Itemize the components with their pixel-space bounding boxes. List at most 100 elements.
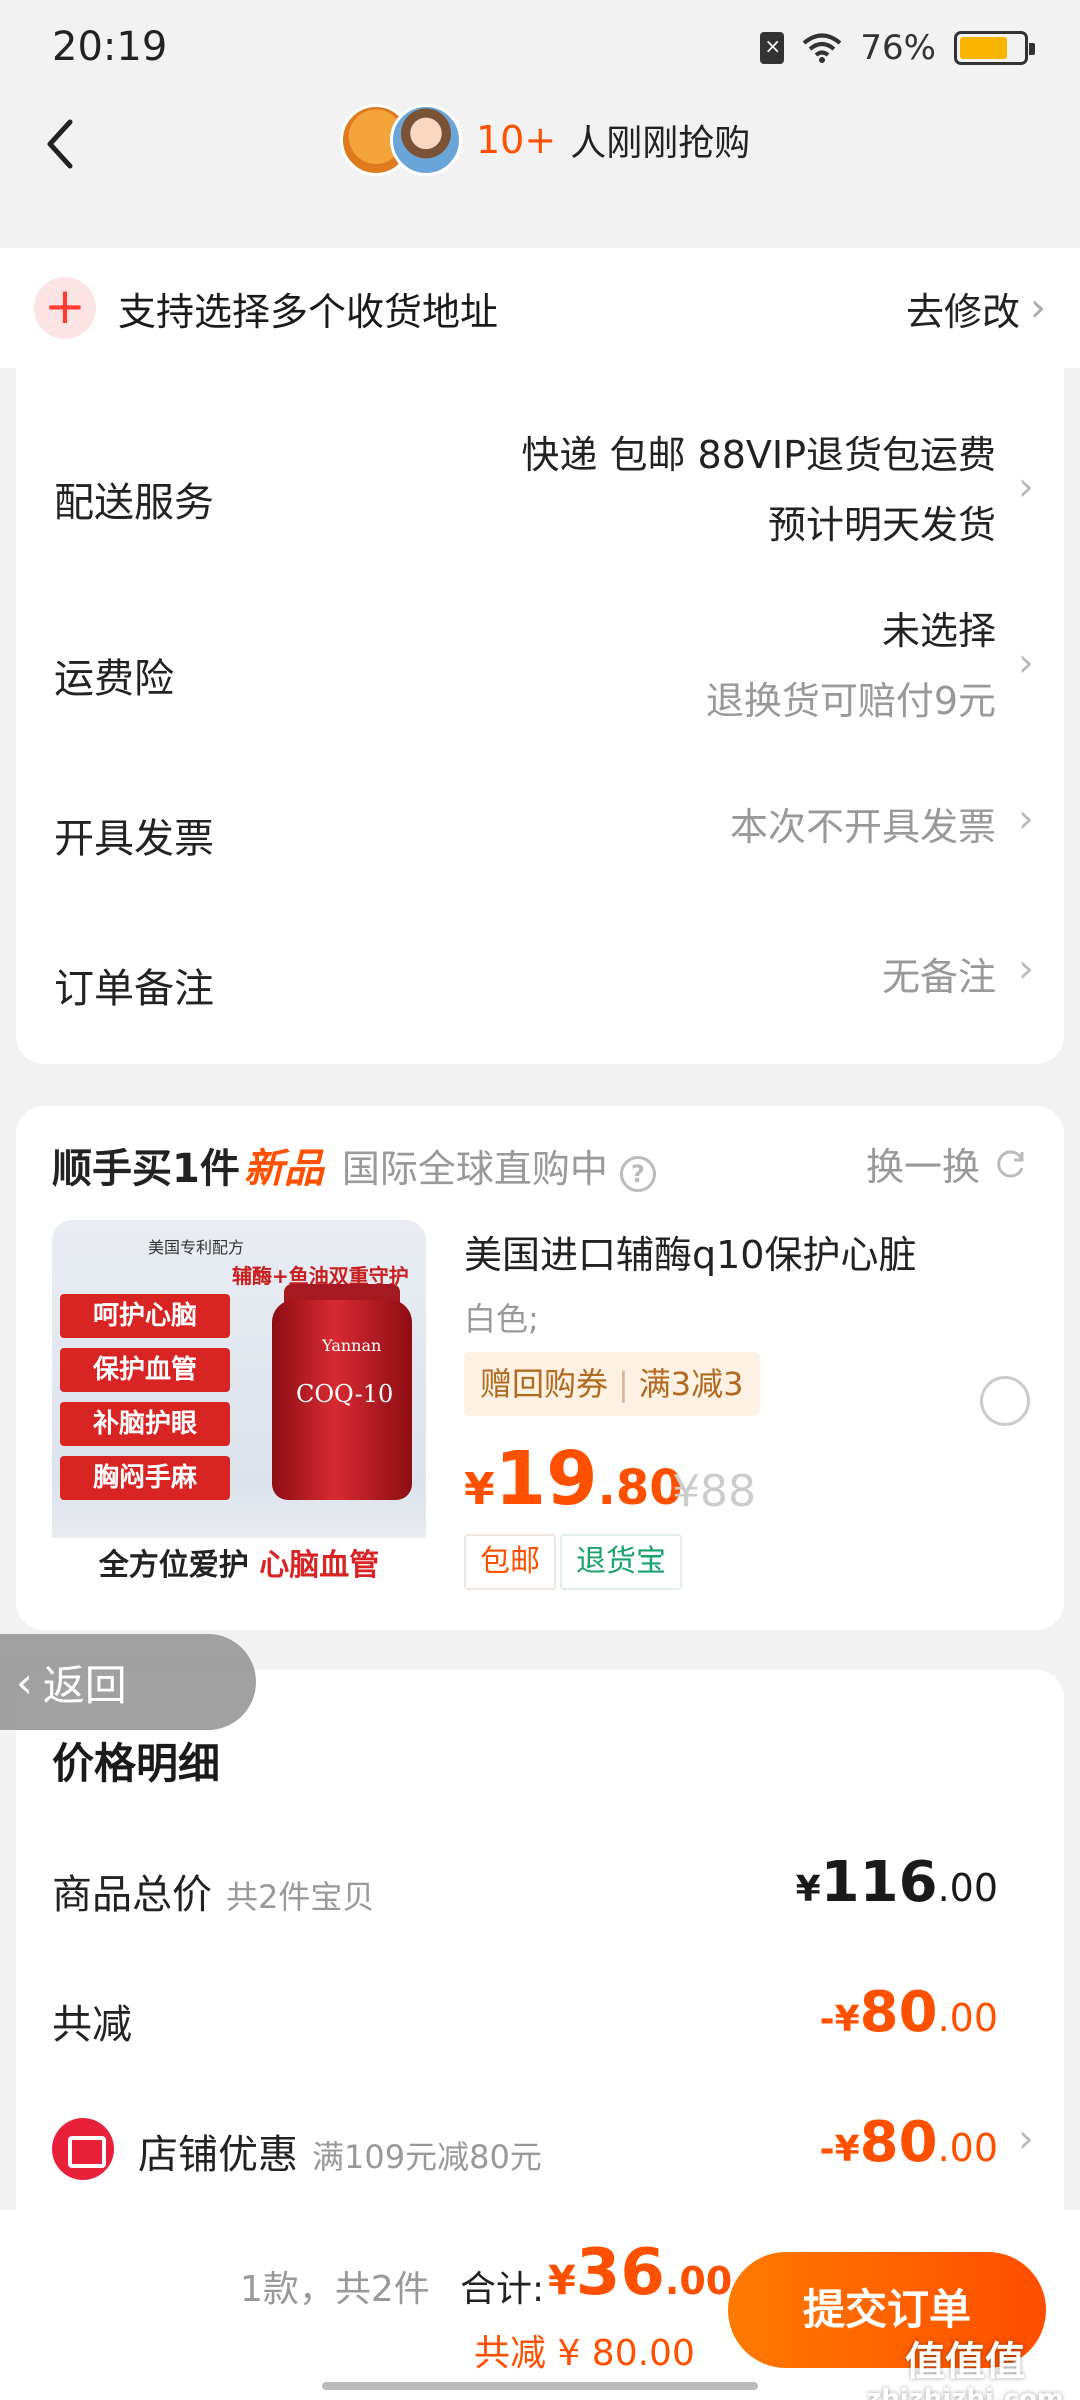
help-icon[interactable]: ? (619, 1156, 656, 1192)
multi-address-bar[interactable]: + 支持选择多个收货地址 去修改 › (0, 248, 1080, 368)
image-tag: 胸闷手麻 (60, 1456, 230, 1500)
image-bottom-text-b: 心脑血管 (259, 1548, 380, 1583)
reduce-label: 共减 (52, 2002, 132, 2048)
watermark: 值值值 zhizhizhi.com (866, 2340, 1064, 2400)
buyers-text: 人刚刚抢购 (570, 123, 751, 164)
product-name[interactable]: 美国进口辅酶q10保护心脏 (464, 1224, 916, 1279)
amount-int: 116 (820, 1850, 938, 1915)
product-image[interactable]: 美国专利配方 辅酶+鱼油双重守护 呵护心脑 保护血管 补脑护眼 胸闷手麻 Yan… (52, 1220, 426, 1594)
delivery-label: 配送服务 (54, 480, 214, 526)
delivery-value: 快递 包邮 88VIP退货包运费 预计明天发货 (521, 420, 996, 560)
image-tag: 保护血管 (60, 1348, 230, 1392)
bottle-brand: Yannan (322, 1336, 382, 1355)
plus-icon: + (34, 277, 96, 339)
watermark-text: 值值值 (905, 2339, 1026, 2385)
total-amount: ¥36.00 (548, 2236, 732, 2310)
modify-address-link[interactable]: 去修改 › (906, 281, 1046, 336)
bottle-name: COQ-10 (296, 1380, 394, 1408)
note-value: 无备注 (881, 955, 996, 999)
amount-dec: .00 (937, 1996, 998, 2040)
return-insurance-badge: 退货宝 (560, 1534, 682, 1590)
amount-dec: .00 (937, 1866, 998, 1910)
amount-int: 36 (575, 2236, 665, 2310)
shop-discount-text: 店铺优惠 (138, 2132, 298, 2178)
insurance-value: 未选择 退换货可赔付9元 (706, 596, 996, 736)
currency: ¥ (548, 2258, 576, 2304)
goods-total-text: 商品总价 (52, 1872, 212, 1918)
chevron-right-icon: › (1018, 946, 1034, 992)
invoice-value: 本次不开具发票 (729, 805, 996, 849)
shop-discount-label: 店铺优惠 满109元减80元 (138, 2122, 542, 2180)
goods-count-text: 共2件宝贝 (226, 1878, 375, 1916)
image-bottom-banner: 全方位爱护 心脑血管 (52, 1538, 426, 1594)
price-currency: ¥ (464, 1464, 495, 1515)
select-radio[interactable] (980, 1376, 1030, 1426)
total-label: 合计: (460, 2269, 545, 2310)
watermark-url: zhizhizhi.com (866, 2384, 1064, 2400)
status-icons: 76% (760, 28, 1035, 68)
goods-total-amount: ¥116.00 (796, 1850, 998, 1915)
back-chevron-icon[interactable] (40, 116, 80, 172)
image-flag-text: 美国专利配方 (148, 1238, 245, 1257)
addon-title-text: 顺手买1件 (52, 1146, 240, 1192)
wifi-icon (803, 33, 842, 63)
price-detail-card: 价格明细 商品总价 共2件宝贝 ¥116.00 共减 -¥80.00 店铺优惠 满1… (16, 1670, 1064, 2230)
return-label: 返回 (42, 1660, 127, 1710)
battery-percent: 76% (860, 28, 936, 68)
recent-buyers: 10+ 人刚刚抢购 (340, 104, 750, 176)
product-price: ¥19.80 (464, 1436, 683, 1522)
intl-text: 国际全球直购中 (341, 1147, 608, 1191)
chevron-right-icon: › (1018, 2116, 1034, 2162)
coupon-right: 满3减3 (638, 1365, 744, 1403)
free-shipping-badge: 包邮 (464, 1534, 556, 1590)
swap-label: 换一换 (865, 1145, 980, 1189)
chevron-right-icon: › (1018, 464, 1034, 510)
coupon-tag: 赠回购券 | 满3减3 (464, 1352, 760, 1416)
bottom-checkout-bar: 1款，共2件 合计: ¥36.00 共减 ¥ 80.00 提交订单 值值值 zh… (0, 2210, 1080, 2400)
image-bottom-text-a: 全方位爱护 (98, 1548, 249, 1583)
services-card: 配送服务 快递 包邮 88VIP退货包运费 预计明天发货 › 运费险 未选择 退… (16, 360, 1064, 1064)
avatar (390, 104, 462, 176)
goods-total-label: 商品总价 共2件宝贝 (52, 1862, 374, 1920)
shop-discount-amount: -¥80.00 (820, 2110, 998, 2175)
coupon-left: 赠回购券 (480, 1365, 609, 1403)
new-tag: 新品 (243, 1146, 324, 1192)
addon-card: 顺手买1件 新品 国际全球直购中 ? 换一换 美国专利配方 辅酶+鱼油双重守护 … (16, 1106, 1064, 1630)
price-detail-title: 价格明细 (52, 1739, 221, 1788)
currency: -¥ (819, 2129, 860, 2170)
note-label: 订单备注 (54, 966, 214, 1012)
chevron-right-icon: › (1018, 640, 1034, 686)
battery-level (960, 37, 1008, 59)
insurance-line2: 退换货可赔付9元 (705, 679, 996, 723)
price-dec: .80 (597, 1460, 683, 1516)
refresh-icon (997, 1150, 1024, 1177)
shop-discount-rule: 满109元减80元 (312, 2138, 542, 2176)
saved-amount: 共减 ¥ 80.00 (474, 2333, 695, 2374)
chevron-right-icon: › (1018, 796, 1034, 842)
buyers-count: 10+ (476, 118, 557, 162)
no-sim-icon (760, 32, 785, 64)
delivery-line1: 快递 包邮 88VIP退货包运费 (521, 433, 996, 477)
reduce-amount: -¥80.00 (820, 1980, 998, 2045)
image-tag: 呵护心脑 (60, 1294, 230, 1338)
invoice-label: 开具发票 (54, 816, 214, 862)
amount-int: 80 (859, 2110, 938, 2175)
return-float-button[interactable]: ‹ 返回 (0, 1634, 256, 1730)
original-price: ¥88 (672, 1466, 756, 1517)
currency: ¥ (795, 1869, 821, 1910)
amount-dec: .00 (937, 2126, 998, 2170)
home-indicator[interactable] (322, 2382, 758, 2390)
chevron-right-icon: › (1030, 285, 1046, 331)
status-time: 20:19 (52, 24, 168, 70)
addon-title: 顺手买1件 新品 国际全球直购中 ? (52, 1136, 656, 1194)
product-spec: 白色; (464, 1300, 539, 1338)
battery-icon (954, 31, 1035, 65)
amount-int: 80 (859, 1980, 938, 2045)
swap-button[interactable]: 换一换 (866, 1136, 1028, 1191)
multi-address-text: 支持选择多个收货地址 (118, 289, 499, 334)
image-tag: 补脑护眼 (60, 1402, 230, 1446)
item-count: 1款，共2件 (240, 2269, 430, 2310)
chevron-left-icon: ‹ (16, 1657, 33, 1707)
price-int: 19 (494, 1436, 598, 1522)
amount-dec: .00 (664, 2259, 733, 2303)
